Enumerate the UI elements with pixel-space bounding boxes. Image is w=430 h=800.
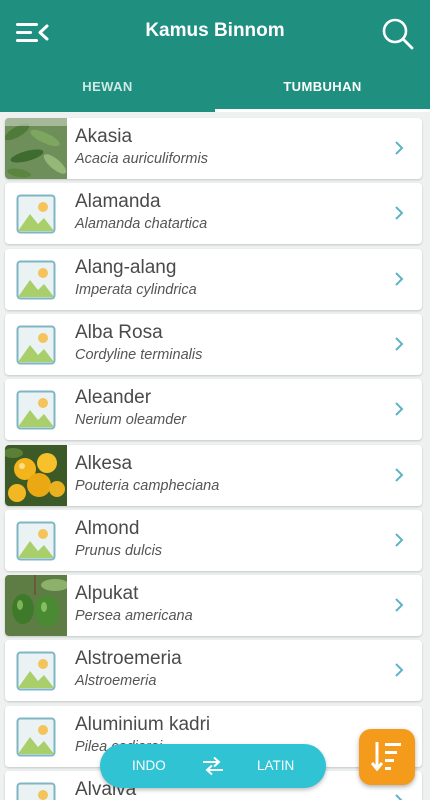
chevron-right-icon[interactable] — [394, 532, 404, 548]
plant-latin-name: Imperata cylindrica — [75, 281, 197, 298]
list-item[interactable]: Alba Rosa Cordyline terminalis — [5, 313, 422, 375]
app-bar: Kamus Binnom — [0, 0, 430, 64]
language-toggle[interactable]: INDO LATIN — [100, 744, 326, 788]
language-latin-label[interactable]: LATIN — [257, 758, 294, 773]
image-placeholder-icon — [5, 640, 67, 702]
plant-name: Aluminium kadri — [75, 713, 211, 735]
chevron-right-icon[interactable] — [394, 467, 404, 483]
plant-photo — [5, 444, 67, 506]
plant-name: Alang-alang — [75, 256, 177, 278]
swap-arrows-icon[interactable] — [201, 756, 225, 776]
search-icon[interactable] — [380, 16, 416, 52]
plant-name: Alba Rosa — [75, 321, 163, 343]
tab-tumbuhan[interactable]: TUMBUHAN — [215, 64, 430, 112]
page-title: Kamus Binnom — [145, 20, 285, 41]
image-placeholder-icon — [5, 379, 67, 441]
chevron-right-icon[interactable] — [394, 140, 404, 156]
plant-latin-name: Acacia auriculiformis — [75, 151, 208, 167]
sort-button[interactable] — [359, 729, 415, 785]
chevron-right-icon[interactable] — [394, 401, 404, 417]
chevron-right-icon[interactable] — [394, 793, 404, 800]
tab-hewan[interactable]: HEWAN — [0, 64, 215, 112]
image-placeholder-icon — [5, 313, 67, 375]
plant-photo — [5, 575, 67, 637]
plant-name: Aleander — [75, 387, 152, 409]
plant-name: Almond — [75, 517, 140, 539]
plant-name: Alpukat — [75, 583, 139, 605]
list-item[interactable]: Alstroemeria Alstroemeria — [5, 640, 422, 702]
plant-latin-name: Pouteria campheciana — [75, 477, 220, 494]
image-placeholder-icon — [5, 509, 67, 571]
language-indo-label[interactable]: INDO — [132, 758, 166, 773]
list-item[interactable]: Alpukat Persea americana — [5, 575, 422, 637]
image-placeholder-icon — [5, 183, 67, 245]
chevron-right-icon[interactable] — [394, 597, 404, 613]
plant-photo — [5, 118, 67, 179]
list-item[interactable]: Alamanda Alamanda chatartica — [5, 183, 422, 245]
plant-name: Alkesa — [75, 452, 133, 474]
list-item[interactable]: Akasia Acacia auriculiformis — [5, 118, 422, 179]
category-tabs: HEWAN TUMBUHAN — [0, 64, 430, 112]
plant-name: Alamanda — [75, 191, 161, 213]
plant-latin-name: Persea americana — [75, 608, 193, 625]
plant-name: Alstroemeria — [75, 648, 182, 670]
plant-latin-name: Prunus dulcis — [75, 542, 163, 559]
plant-name: Akasia — [75, 126, 133, 147]
image-placeholder-icon — [5, 705, 67, 767]
list-item[interactable]: Aleander Nerium oleamder — [5, 379, 422, 441]
chevron-right-icon[interactable] — [394, 336, 404, 352]
chevron-right-icon[interactable] — [394, 205, 404, 221]
chevron-right-icon[interactable] — [394, 271, 404, 287]
chevron-right-icon[interactable] — [394, 662, 404, 678]
list-item[interactable]: Alang-alang Imperata cylindrica — [5, 248, 422, 310]
plant-latin-name: Nerium oleamder — [75, 412, 187, 429]
list-item[interactable]: Alkesa Pouteria campheciana — [5, 444, 422, 506]
plant-list[interactable]: Akasia Acacia auriculiformis Alamanda Alama… — [0, 112, 430, 800]
image-placeholder-icon — [5, 771, 67, 800]
plant-latin-name: Alstroemeria — [75, 673, 157, 690]
image-placeholder-icon — [5, 248, 67, 310]
plant-latin-name: Cordyline terminalis — [75, 346, 203, 363]
sort-descending-icon — [371, 742, 401, 772]
list-item[interactable]: Almond Prunus dulcis — [5, 509, 422, 571]
plant-latin-name: Alamanda chatartica — [75, 216, 208, 233]
